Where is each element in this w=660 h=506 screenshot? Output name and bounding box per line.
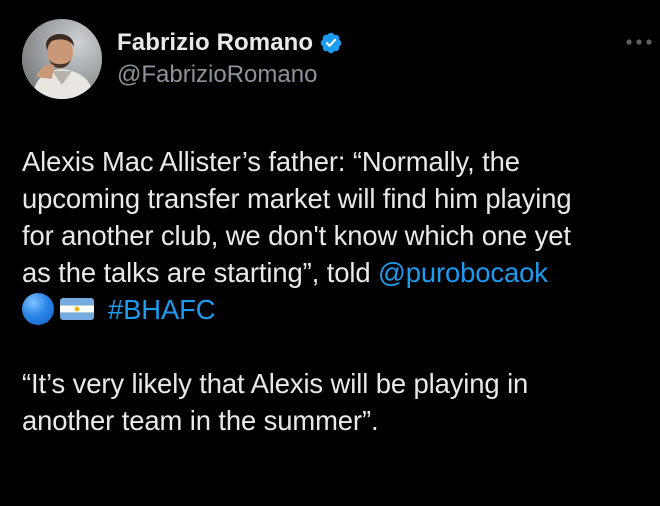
mention-link[interactable]: @purobocaok [378,257,548,288]
tweet-line: “It’s very likely that Alexis will be pl… [22,368,529,399]
tweet-line: upcoming transfer market will find him p… [22,183,572,214]
tweet-line: for another club, we don't know which on… [22,220,571,251]
tweet-line: #BHAFC [22,291,658,328]
blue-circle-emoji-icon [22,293,54,325]
tweet-text: Alexis Mac Allister’s father: “Normally,… [22,143,658,439]
tweet-line: as the talks are starting”, told @purobo… [22,254,658,291]
tweet: Fabrizio Romano @FabrizioRomano Alexis M… [0,0,660,506]
author-avatar[interactable] [22,19,102,99]
tweet-line: another team in the summer”. [22,405,379,436]
tweet-line-text: as the talks are starting”, told [22,257,378,288]
verified-badge-icon [320,32,342,54]
hashtag-link[interactable]: #BHAFC [108,294,216,325]
argentina-flag-emoji-icon [60,298,94,320]
author-handle[interactable]: @FabrizioRomano [117,61,317,89]
profile-photo-icon [22,19,102,99]
author-name-row[interactable]: Fabrizio Romano [117,28,343,58]
author-display-name[interactable]: Fabrizio Romano [117,29,313,57]
tweet-line: Alexis Mac Allister’s father: “Normally,… [22,146,520,177]
more-horizontal-icon[interactable] [624,35,654,49]
